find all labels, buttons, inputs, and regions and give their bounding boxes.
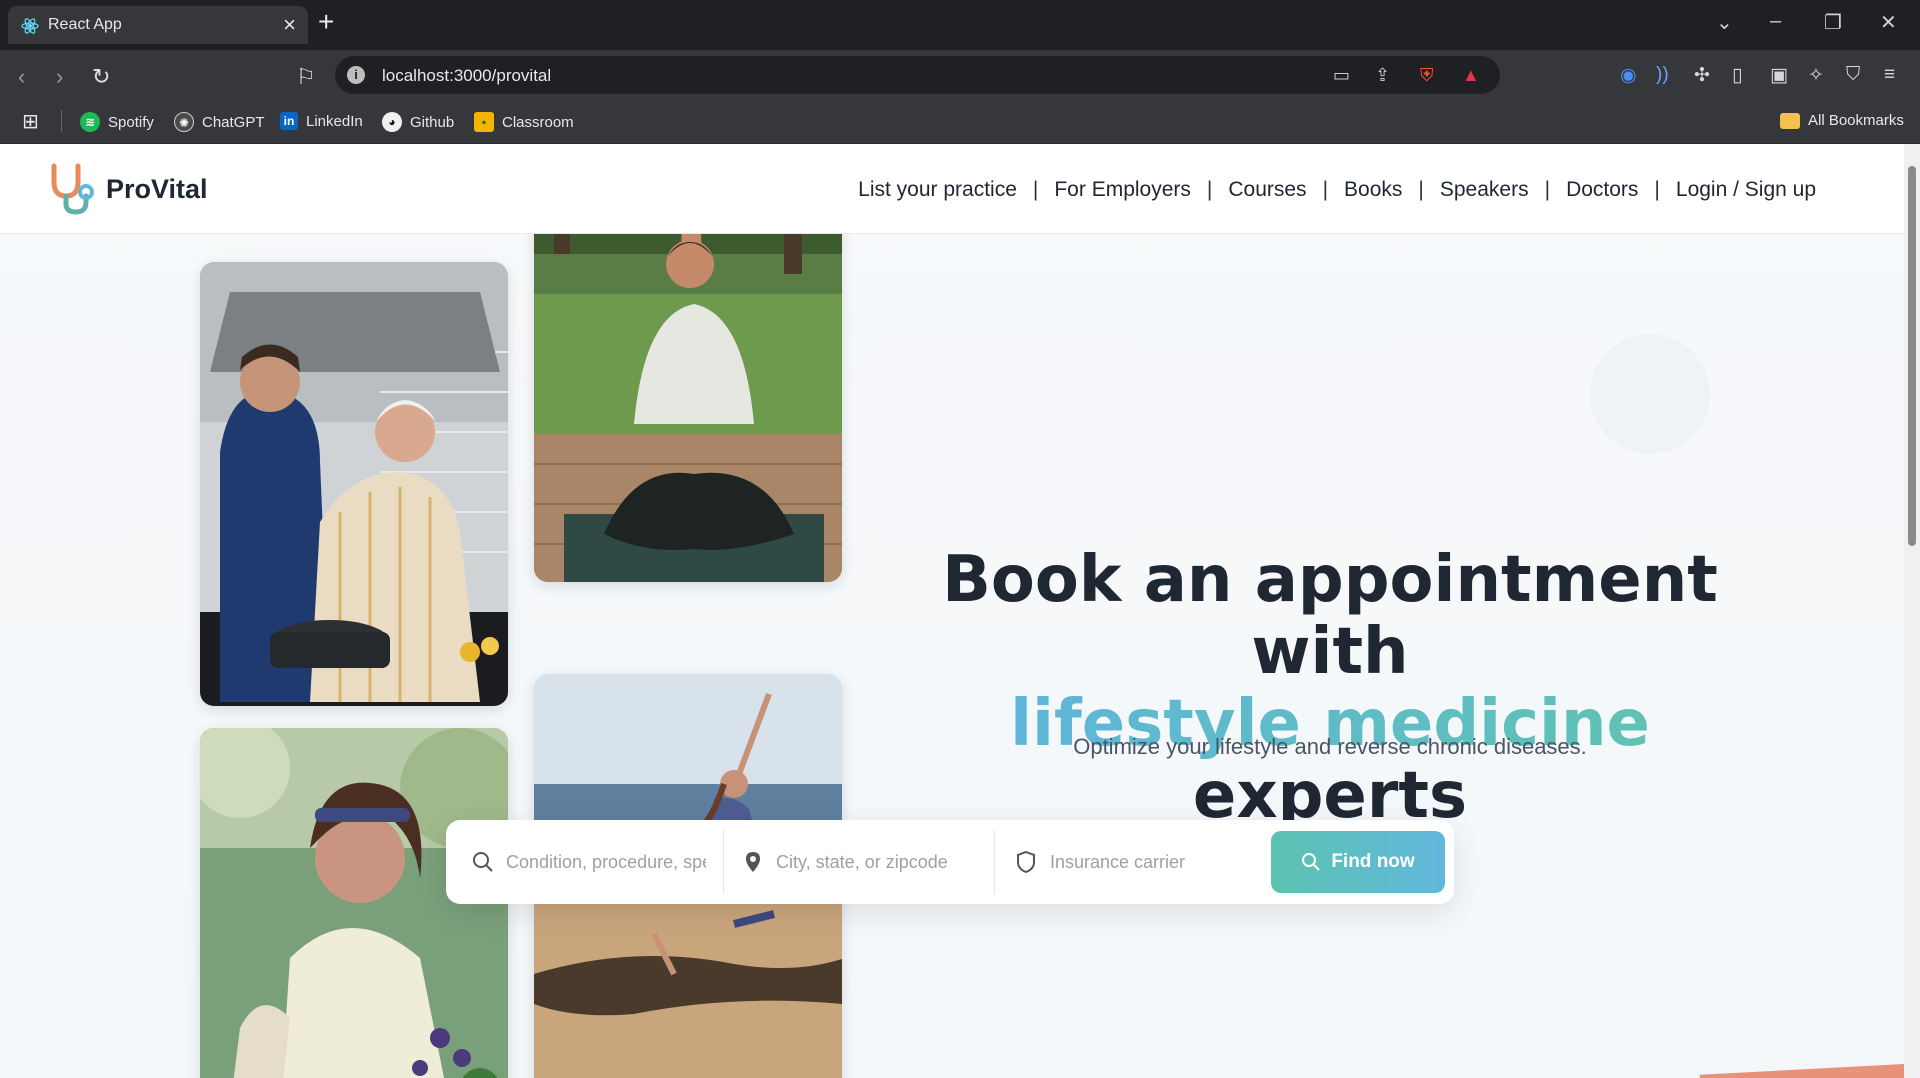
search-bar: Find now — [446, 820, 1454, 904]
bookmark-classroom[interactable]: ▪ Classroom — [474, 112, 574, 132]
tab-search-icon[interactable]: ⌄ — [1716, 10, 1733, 35]
all-bookmarks-label: All Bookmarks — [1808, 112, 1904, 129]
bookmark-label: ChatGPT — [202, 113, 265, 131]
brave-rewards-icon[interactable]: ▲ — [1462, 65, 1480, 86]
nav-separator: | — [1418, 178, 1424, 201]
all-bookmarks[interactable]: All Bookmarks — [1780, 112, 1904, 129]
brave-shield-icon[interactable]: ⛨ — [1420, 65, 1434, 86]
nav-separator: | — [1032, 178, 1039, 201]
page-viewport: ProVital List your practice | For Employ… — [0, 144, 1904, 1078]
nav-separator: | — [1206, 178, 1213, 201]
nav-list-your-practice[interactable]: List your practice — [858, 178, 1017, 202]
stethoscope-logo-icon — [51, 163, 94, 215]
search-icon — [473, 852, 493, 872]
site-header: ProVital List your practice | For Employ… — [0, 144, 1904, 234]
nav-books[interactable]: Books — [1344, 178, 1402, 202]
location-pin-icon — [746, 852, 760, 872]
vpn-icon[interactable]: ⛉ — [1846, 64, 1860, 86]
chatgpt-icon: ✺ — [174, 112, 194, 132]
bookmark-label: LinkedIn — [306, 112, 363, 130]
folder-icon — [1780, 112, 1800, 129]
condition-input[interactable] — [506, 851, 706, 873]
find-now-button[interactable]: Find now — [1271, 831, 1445, 893]
main-nav: List your practice | For Employers | Cou… — [858, 178, 1816, 202]
search-icon — [1302, 853, 1321, 871]
nav-separator: | — [1544, 178, 1551, 201]
reload-icon[interactable]: ↻ — [92, 64, 110, 90]
bookmark-label: Spotify — [108, 113, 154, 131]
site-logo[interactable]: ProVital — [48, 162, 208, 216]
browser-tab-bar: React App × + ⌄ – ❐ ✕ — [0, 0, 1920, 50]
menu-icon[interactable]: ≡ — [1884, 64, 1895, 86]
extensions-puzzle-icon[interactable]: ✣ — [1694, 64, 1710, 87]
sidebar-icon[interactable]: ▯ — [1732, 64, 1742, 87]
bookmark-label: Classroom — [502, 113, 574, 131]
nav-separator: | — [1322, 178, 1329, 201]
condition-field — [472, 820, 712, 904]
nav-login-signup[interactable]: Login / Sign up — [1676, 178, 1816, 202]
restore-icon[interactable]: ❐ — [1824, 10, 1842, 35]
audio-icon[interactable]: )) — [1656, 64, 1669, 86]
close-tab-icon[interactable]: × — [283, 12, 296, 38]
tab-title: React App — [48, 16, 122, 33]
new-tab-icon[interactable]: + — [318, 6, 334, 38]
cooking-image — [200, 262, 508, 706]
headline-line1: Book an appointment with — [942, 543, 1718, 689]
browser-toolbar: ‹ › ↻ ⚐ i localhost:3000/provital ▭ ⇪ ⛨ … — [0, 50, 1920, 100]
leo-ai-icon[interactable]: ✧ — [1808, 64, 1824, 87]
nav-doctors[interactable]: Doctors — [1566, 178, 1638, 202]
bookmark-spotify[interactable]: ≋ Spotify — [80, 112, 154, 132]
cast-icon[interactable]: ▭ — [1333, 65, 1350, 86]
address-bar[interactable]: i localhost:3000/provital ▭ ⇪ ⛨ ▲ — [335, 56, 1500, 94]
bookmark-label: Github — [410, 113, 455, 131]
brand-name: ProVital — [106, 173, 208, 204]
nav-speakers[interactable]: Speakers — [1440, 178, 1529, 202]
apps-grid-icon[interactable]: ⊞ — [22, 109, 39, 134]
decorative-orb — [1590, 334, 1710, 454]
extension-icon[interactable]: ◉ — [1620, 64, 1637, 87]
wallet-icon[interactable]: ▣ — [1770, 64, 1788, 87]
page-scrollbar[interactable] — [1904, 144, 1920, 1078]
nav-courses[interactable]: Courses — [1228, 178, 1306, 202]
close-window-icon[interactable]: ✕ — [1880, 10, 1897, 35]
browser-tab[interactable]: React App × — [8, 6, 308, 44]
back-icon[interactable]: ‹ — [18, 64, 25, 90]
bookmarks-bar: ⊞ ≋ Spotify ✺ ChatGPT in LinkedIn ◕ Gith… — [0, 100, 1920, 144]
bookmark-linkedin[interactable]: in LinkedIn — [280, 112, 363, 130]
nav-separator: | — [1654, 178, 1660, 201]
minimize-icon[interactable]: – — [1770, 10, 1781, 33]
bookmark-icon[interactable]: ⚐ — [296, 64, 316, 90]
share-icon[interactable]: ⇪ — [1375, 65, 1390, 86]
field-divider — [723, 830, 724, 894]
location-field — [744, 820, 984, 904]
photo-cooking — [200, 262, 508, 706]
bookmark-chatgpt[interactable]: ✺ ChatGPT — [174, 112, 265, 132]
insurance-field — [1016, 820, 1256, 904]
shield-icon — [1017, 851, 1035, 873]
nav-for-employers[interactable]: For Employers — [1054, 178, 1191, 202]
decorative-stripe — [1699, 1063, 1904, 1078]
hero-subtitle: Optimize your lifestyle and reverse chro… — [1073, 734, 1587, 759]
hero-headline: Book an appointment with lifestyle medic… — [940, 544, 1720, 832]
github-icon: ◕ — [382, 112, 402, 132]
linkedin-icon: in — [280, 112, 298, 130]
scrollbar-thumb[interactable] — [1908, 166, 1916, 546]
insurance-input[interactable] — [1050, 851, 1250, 873]
classroom-icon: ▪ — [474, 112, 494, 132]
site-info-icon[interactable]: i — [347, 66, 365, 84]
url-text: localhost:3000/provital — [382, 66, 552, 85]
forward-icon[interactable]: › — [56, 64, 63, 90]
spotify-icon: ≋ — [80, 112, 100, 132]
react-icon — [21, 18, 39, 34]
find-now-label: Find now — [1331, 851, 1415, 872]
field-divider — [994, 830, 995, 894]
bookmark-github[interactable]: ◕ Github — [382, 112, 454, 132]
bookmarks-divider — [61, 110, 62, 132]
location-input[interactable] — [776, 851, 976, 873]
